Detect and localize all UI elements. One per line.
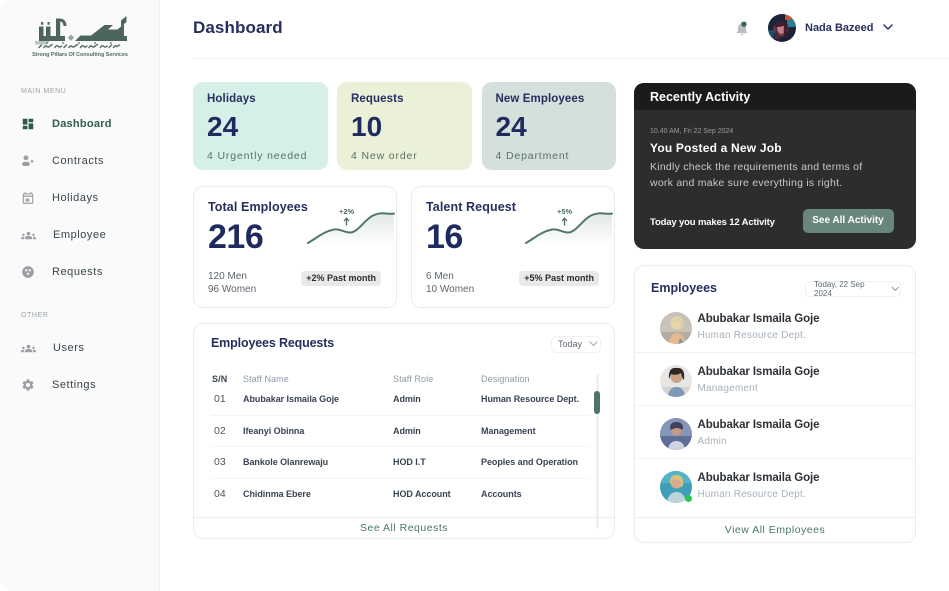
- svg-text:Strong Pillars Of Consulting S: Strong Pillars Of Consulting Services: [32, 52, 128, 58]
